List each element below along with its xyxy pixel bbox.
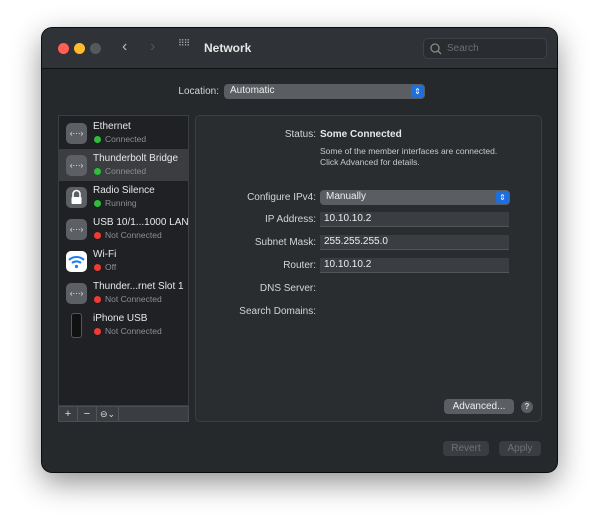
advanced-button[interactable]: Advanced... (444, 399, 514, 414)
service-name: USB 10/1...1000 LAN (93, 217, 189, 228)
status-dot-icon (94, 232, 101, 239)
service-status: Not Connected (105, 230, 162, 240)
configure-ipv4-popup[interactable]: Manually ⇕ (320, 190, 510, 205)
network-window: ‹ › ⠿⠿ Network Search Location: Automati… (42, 28, 557, 472)
wifi-icon (66, 251, 87, 272)
service-status: Connected (105, 166, 147, 176)
add-service-button[interactable]: + (59, 407, 78, 421)
action-menu-button[interactable]: ⊖⌄ (97, 407, 119, 421)
apply-button[interactable]: Apply (499, 441, 541, 456)
status-label: Status: (284, 129, 316, 140)
ethernet-icon: ‹···› (66, 283, 87, 304)
ip-address-label: IP Address: (265, 214, 316, 225)
status-value: Some Connected (320, 129, 402, 140)
ethernet-icon: ‹···› (66, 219, 87, 240)
service-name: Thunder...rnet Slot 1 (93, 281, 184, 292)
title-bar: ‹ › ⠿⠿ Network Search (42, 28, 557, 69)
router-label: Router: (283, 260, 316, 271)
details-panel: Status: Some Connected Some of the membe… (195, 115, 542, 422)
status-dot-icon (94, 296, 101, 303)
iphone-icon (71, 313, 82, 338)
search-icon (430, 43, 442, 55)
service-status: Not Connected (105, 326, 162, 336)
service-item[interactable]: ‹···› Thunderbolt Bridge Connected (59, 149, 188, 181)
service-list[interactable]: ‹···› Ethernet Connected ‹···› Thunderbolt B… (58, 115, 189, 406)
minimize-button[interactable] (74, 43, 85, 54)
ethernet-icon: ‹···› (66, 123, 87, 144)
search-placeholder: Search (447, 43, 479, 54)
popup-stepper-icon: ⇕ (411, 85, 424, 98)
service-item[interactable]: Wi-Fi Off (59, 245, 188, 277)
ip-address-field[interactable]: 10.10.10.2 (320, 212, 509, 227)
service-list-toolbar: + − ⊖⌄ (58, 406, 189, 422)
subnet-mask-field[interactable]: 255.255.255.0 (320, 235, 509, 250)
help-button[interactable]: ? (521, 401, 533, 413)
popup-stepper-icon: ⇕ (496, 191, 509, 204)
forward-chevron-icon[interactable]: › (150, 38, 155, 56)
configure-ipv4-label: Configure IPv4: (247, 192, 316, 203)
search-domains-label: Search Domains: (239, 306, 316, 317)
status-dot-icon (94, 200, 101, 207)
subnet-mask-label: Subnet Mask: (254, 237, 316, 248)
ethernet-icon: ‹···› (66, 155, 87, 176)
close-button[interactable] (58, 43, 69, 54)
remove-service-button[interactable]: − (78, 407, 97, 421)
dns-server-label: DNS Server: (259, 283, 316, 294)
status-dot-icon (94, 328, 101, 335)
location-label: Location: (178, 86, 219, 97)
search-input[interactable]: Search (423, 38, 547, 59)
status-dot-icon (94, 136, 101, 143)
status-dot-icon (94, 264, 101, 271)
service-item[interactable]: ‹···› USB 10/1...1000 LAN Not Connected (59, 213, 189, 245)
service-status: Running (105, 198, 137, 208)
back-chevron-icon[interactable]: ‹ (122, 38, 127, 56)
lock-icon (66, 187, 87, 208)
status-description-1: Some of the member interfaces are connec… (320, 146, 498, 156)
service-item[interactable]: ‹···› Ethernet Connected (59, 117, 188, 149)
grid-icon[interactable]: ⠿⠿ (178, 39, 190, 48)
router-field[interactable]: 10.10.10.2 (320, 258, 509, 273)
service-status: Not Connected (105, 294, 162, 304)
configure-ipv4-value: Manually (326, 191, 367, 202)
status-description-2: Click Advanced for details. (320, 157, 420, 167)
zoom-button[interactable] (90, 43, 101, 54)
window-title: Network (204, 41, 252, 55)
service-name: Radio Silence (93, 185, 155, 196)
service-item[interactable]: iPhone USB Not Connected (59, 309, 188, 341)
status-dot-icon (94, 168, 101, 175)
service-status: Off (105, 262, 117, 272)
service-item[interactable]: Radio Silence Running (59, 181, 188, 213)
service-status: Connected (105, 134, 147, 144)
service-name: Wi-Fi (93, 249, 117, 260)
service-name: Thunderbolt Bridge (93, 153, 179, 164)
service-item[interactable]: ‹···› Thunder...rnet Slot 1 Not Connected (59, 277, 188, 309)
revert-button[interactable]: Revert (443, 441, 489, 456)
service-name: iPhone USB (93, 313, 148, 324)
service-name: Ethernet (93, 121, 131, 132)
location-value: Automatic (230, 85, 275, 96)
location-popup[interactable]: Automatic ⇕ (224, 84, 425, 99)
